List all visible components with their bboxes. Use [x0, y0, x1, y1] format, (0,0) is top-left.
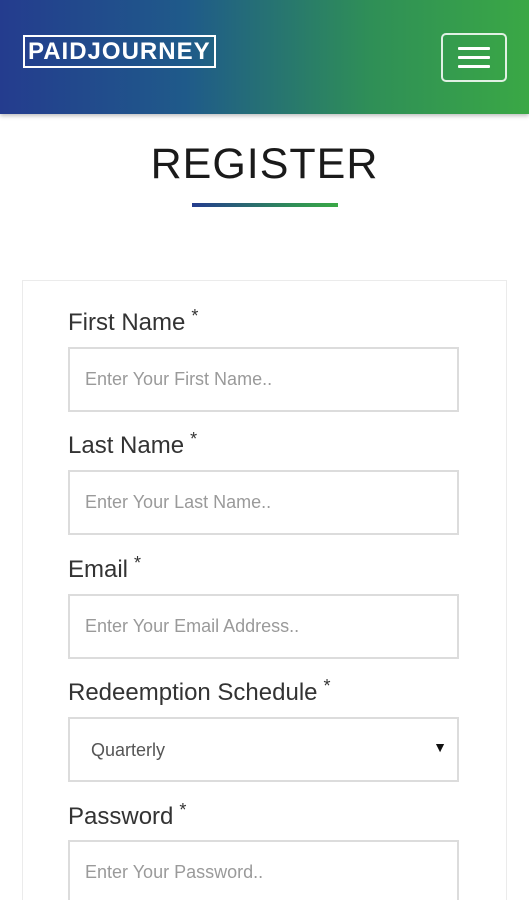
required-asterisk: *	[134, 553, 142, 573]
redemption-schedule-label-text: Redeemption Schedule	[68, 679, 318, 706]
selected-option: Quarterly	[91, 740, 166, 760]
hamburger-menu-button[interactable]	[441, 33, 507, 82]
email-label: Email *	[68, 553, 142, 584]
password-input[interactable]	[68, 840, 459, 900]
first-name-label-text: First Name	[68, 309, 186, 336]
email-label-text: Email	[68, 556, 129, 583]
last-name-label-text: Last Name	[68, 432, 185, 459]
dropdown-arrow-icon: ▼	[433, 739, 447, 755]
first-name-input[interactable]	[68, 347, 459, 412]
last-name-input[interactable]	[68, 470, 459, 535]
hamburger-icon	[458, 47, 490, 50]
redemption-schedule-select[interactable]: Quarterly ▼	[68, 717, 459, 782]
hamburger-icon	[458, 65, 490, 68]
required-asterisk: *	[179, 800, 187, 820]
title-underline	[192, 203, 338, 207]
password-label: Password *	[68, 800, 187, 831]
hamburger-icon	[458, 56, 490, 59]
page-title: REGISTER	[150, 140, 379, 188]
first-name-label: First Name *	[68, 306, 199, 337]
redemption-schedule-label: Redeemption Schedule *	[68, 676, 331, 707]
required-asterisk: *	[323, 676, 331, 696]
password-label-text: Password	[68, 803, 174, 830]
required-asterisk: *	[191, 306, 199, 326]
top-navbar: PAIDJOURNEY	[0, 0, 529, 114]
required-asterisk: *	[190, 429, 198, 449]
brand-logo[interactable]: PAIDJOURNEY	[23, 35, 216, 68]
email-input[interactable]	[68, 594, 459, 659]
last-name-label: Last Name *	[68, 429, 198, 460]
